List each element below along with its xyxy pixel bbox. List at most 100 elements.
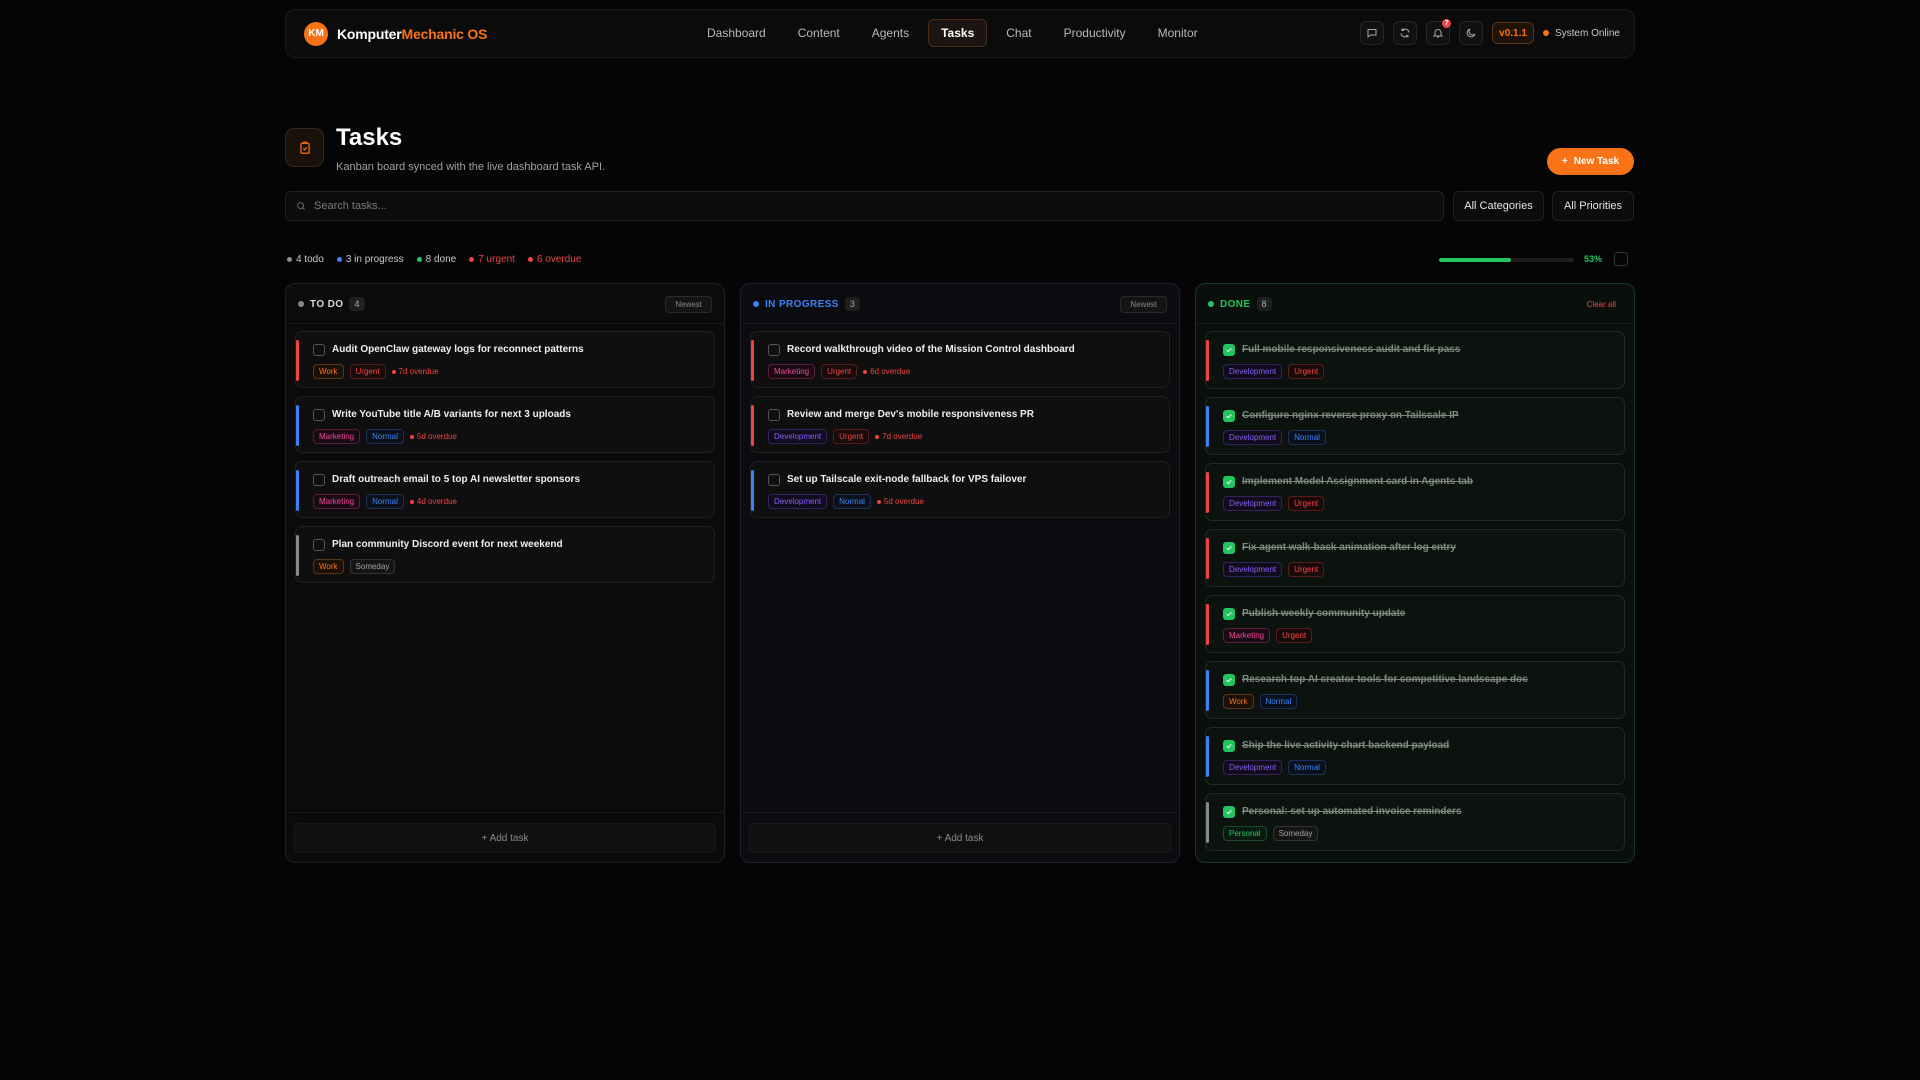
overdue-indicator: 4d overdue <box>409 497 457 506</box>
overdue-dot-icon <box>409 434 414 439</box>
task-card[interactable]: Research top AI creator tools for compet… <box>1205 661 1625 719</box>
task-checkbox[interactable] <box>313 409 325 421</box>
tag-urgent: Urgent <box>833 429 870 444</box>
task-checkbox[interactable] <box>1223 806 1235 818</box>
add-task-button[interactable]: + Add task <box>749 823 1171 853</box>
new-task-button[interactable]: + New Task <box>1547 148 1634 175</box>
category-filter[interactable]: All Categories <box>1453 191 1544 221</box>
app-title: KomputerMechanic OS <box>337 26 487 42</box>
tag-urgent: Urgent <box>1288 562 1325 577</box>
column-footer-divider <box>286 812 724 813</box>
tab-agents[interactable]: Agents <box>859 19 922 47</box>
bell-icon[interactable]: 7 <box>1426 19 1452 45</box>
task-checkbox[interactable] <box>768 344 780 356</box>
task-checkbox[interactable] <box>1223 344 1235 356</box>
layout-toggle-icon[interactable] <box>1614 252 1628 266</box>
tab-content[interactable]: Content <box>785 19 853 47</box>
clear-all-button[interactable]: Clear all <box>1581 297 1622 312</box>
card-list: Record walkthrough video of the Mission … <box>750 331 1170 518</box>
app-title-accent: Mechanic OS <box>401 25 488 42</box>
system-status-label: System Online <box>1554 27 1620 39</box>
overdue-dot-icon <box>876 499 881 504</box>
task-card[interactable]: Audit OpenClaw gateway logs for reconnec… <box>295 331 715 388</box>
sort-dropdown[interactable]: Newest <box>1120 295 1167 313</box>
task-card[interactable]: Set up Tailscale exit-node fallback for … <box>750 461 1170 518</box>
task-checkbox[interactable] <box>313 474 325 486</box>
tag-urgent: Urgent <box>1288 364 1325 379</box>
tag-marketing: Marketing <box>313 429 361 444</box>
task-tags: Development Normal <box>1223 760 1326 775</box>
sort-dropdown[interactable]: Newest <box>665 295 712 313</box>
app-title-main: Komputer <box>337 25 402 42</box>
task-card[interactable]: Record walkthrough video of the Mission … <box>750 331 1170 388</box>
task-card[interactable]: Full mobile responsiveness audit and fix… <box>1205 331 1625 389</box>
tab-monitor[interactable]: Monitor <box>1145 19 1211 47</box>
priority-bar <box>1206 406 1209 447</box>
stat-urgent: 7 urgent <box>469 254 515 265</box>
tab-tasks[interactable]: Tasks <box>928 19 988 47</box>
tag-development: Development <box>768 494 828 509</box>
priority-bar <box>1206 604 1209 645</box>
task-checkbox[interactable] <box>1223 674 1235 686</box>
card-list: Audit OpenClaw gateway logs for reconnec… <box>295 331 715 583</box>
task-tags: Development Urgent <box>1223 562 1325 577</box>
tab-productivity[interactable]: Productivity <box>1051 19 1139 47</box>
tag-development: Development <box>1223 364 1283 379</box>
overdue-dot-icon <box>409 499 414 504</box>
checkmark-icon <box>1226 545 1232 551</box>
priority-bar <box>296 405 299 446</box>
task-card[interactable]: Configure nginx reverse proxy on Tailsca… <box>1205 397 1625 455</box>
task-checkbox[interactable] <box>1223 476 1235 488</box>
column-title: TO DO <box>310 298 344 310</box>
task-checkbox[interactable] <box>1223 410 1235 422</box>
task-card[interactable]: Personal: set up automated invoice remin… <box>1205 793 1625 851</box>
priority-filter[interactable]: All Priorities <box>1552 191 1634 221</box>
tag-normal: Normal <box>1288 760 1326 775</box>
task-title: Full mobile responsiveness audit and fix… <box>1242 344 1461 355</box>
column-title: IN PROGRESS <box>765 298 839 310</box>
tag-someday: Someday <box>349 559 396 574</box>
column-status-dot-icon <box>1208 301 1214 307</box>
task-card[interactable]: Review and merge Dev's mobile responsive… <box>750 396 1170 453</box>
tag-work: Work <box>1223 694 1254 709</box>
task-checkbox[interactable] <box>1223 542 1235 554</box>
stat-in-progress: 3 in progress <box>336 254 404 265</box>
stat-dot-icon <box>527 257 533 262</box>
priority-bar <box>296 470 299 511</box>
stat-dot-icon <box>336 257 342 262</box>
task-checkbox[interactable] <box>768 409 780 421</box>
tag-normal: Normal <box>366 494 404 509</box>
checkmark-icon <box>1226 809 1232 815</box>
task-title: Fix agent walk-back animation after log … <box>1242 542 1456 553</box>
refresh-icon[interactable] <box>1393 21 1418 45</box>
column-count-badge: 3 <box>844 297 860 311</box>
app-logo[interactable]: KM KomputerMechanic OS <box>304 21 487 46</box>
task-card[interactable]: Plan community Discord event for next we… <box>295 526 715 583</box>
task-card[interactable]: Implement Model Assignment card in Agent… <box>1205 463 1625 521</box>
tag-development: Development <box>1223 430 1283 445</box>
task-card[interactable]: Ship the live activity chart backend pay… <box>1205 727 1625 785</box>
priority-bar <box>751 470 754 511</box>
task-card[interactable]: Fix agent walk-back animation after log … <box>1205 529 1625 587</box>
tag-development: Development <box>768 429 828 444</box>
chat-icon[interactable] <box>1360 21 1385 45</box>
task-title: Configure nginx reverse proxy on Tailsca… <box>1242 410 1459 421</box>
add-task-button[interactable]: + Add task <box>294 823 716 853</box>
task-checkbox[interactable] <box>313 344 325 356</box>
stat-label: 8 done <box>425 254 457 265</box>
tag-marketing: Marketing <box>1223 628 1271 643</box>
task-checkbox[interactable] <box>313 539 325 551</box>
tag-someday: Someday <box>1272 826 1319 841</box>
task-checkbox[interactable] <box>1223 740 1235 752</box>
task-checkbox[interactable] <box>768 474 780 486</box>
task-title: Ship the live activity chart backend pay… <box>1242 740 1450 751</box>
moon-icon[interactable] <box>1459 21 1484 45</box>
task-card[interactable]: Write YouTube title A/B variants for nex… <box>295 396 715 453</box>
task-card[interactable]: Publish weekly community update Marketing… <box>1205 595 1625 653</box>
search-input[interactable] <box>314 200 1347 212</box>
overdue-label: 4d overdue <box>416 497 457 506</box>
task-card[interactable]: Draft outreach email to 5 top AI newslet… <box>295 461 715 518</box>
tab-chat[interactable]: Chat <box>993 19 1044 47</box>
tab-dashboard[interactable]: Dashboard <box>694 19 779 47</box>
task-checkbox[interactable] <box>1223 608 1235 620</box>
